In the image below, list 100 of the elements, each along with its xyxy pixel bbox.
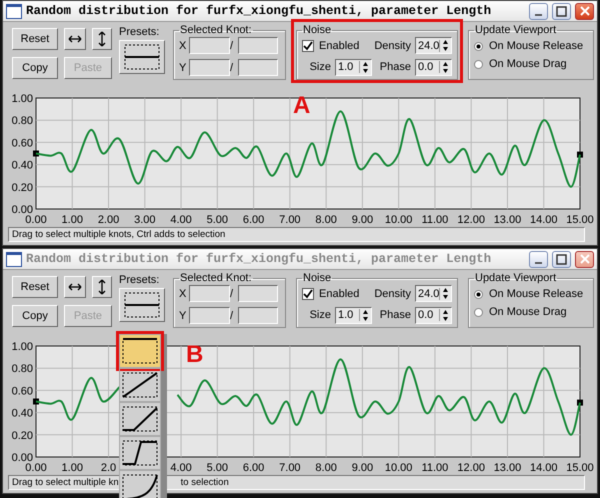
spinner-field[interactable]: 0.0 bbox=[415, 58, 452, 76]
copy-button[interactable]: Copy bbox=[12, 305, 58, 327]
field-label: Size bbox=[310, 309, 331, 322]
spinner-field[interactable]: 24.0 bbox=[415, 37, 452, 54]
spinner-field[interactable]: 24.0 bbox=[415, 285, 452, 302]
maximize-icon bbox=[556, 6, 567, 16]
axis-tick-label: 10.00 bbox=[384, 462, 412, 474]
input-field[interactable] bbox=[189, 307, 230, 324]
spinner-field[interactable]: 0.0 bbox=[415, 306, 452, 324]
axis-tick-label: 15.00 bbox=[566, 462, 594, 474]
input-field[interactable] bbox=[238, 59, 278, 76]
input-field[interactable] bbox=[238, 307, 278, 324]
input-field[interactable] bbox=[238, 285, 278, 302]
preset-menu-item[interactable] bbox=[119, 402, 161, 436]
preset-curve-icon bbox=[124, 44, 160, 70]
axis-tick-label: 0.40 bbox=[12, 408, 33, 420]
radio-button[interactable] bbox=[474, 42, 483, 50]
presets-button[interactable] bbox=[119, 288, 165, 322]
axis-tick-label: 0.20 bbox=[12, 182, 33, 194]
spinner-arrows-icon[interactable] bbox=[442, 39, 449, 52]
axis-tick-label: 2.0 bbox=[100, 462, 116, 474]
annotation-label: A bbox=[293, 92, 310, 120]
checkbox-label: Enabled bbox=[319, 40, 360, 52]
preset-curve-icon bbox=[122, 338, 158, 364]
close-button[interactable] bbox=[575, 2, 594, 20]
radio-button[interactable] bbox=[474, 60, 483, 68]
spinner-arrows-icon[interactable] bbox=[442, 308, 449, 322]
window-icon bbox=[6, 4, 22, 18]
axis-tick-label: 0.00 bbox=[12, 204, 33, 216]
radio-button[interactable] bbox=[474, 308, 483, 316]
presets-button[interactable] bbox=[119, 40, 165, 74]
axis-tick-label: 7.00 bbox=[279, 462, 301, 474]
preset-curve-icon bbox=[124, 292, 160, 318]
field-label: Size bbox=[310, 61, 331, 74]
vertical-arrows-icon bbox=[98, 279, 106, 295]
maximize-button[interactable] bbox=[552, 250, 571, 268]
spinner-field[interactable]: 1.0 bbox=[335, 306, 372, 324]
status-text: Drag to select multiple kn bbox=[12, 477, 119, 488]
minimize-button[interactable] bbox=[529, 250, 548, 268]
presets-label: Presets: bbox=[119, 26, 160, 38]
graph-area[interactable] bbox=[36, 98, 580, 210]
axis-tick-label: 11.00 bbox=[422, 214, 448, 226]
minimize-button[interactable] bbox=[529, 2, 548, 20]
radio-label: On Mouse Release bbox=[489, 288, 584, 300]
input-field[interactable] bbox=[189, 285, 230, 302]
copy-button[interactable]: Copy bbox=[12, 57, 58, 79]
group-title: Noise bbox=[302, 24, 332, 36]
axis-tick-label: 1.00 bbox=[62, 214, 83, 226]
horizontal-arrows-button[interactable] bbox=[64, 276, 86, 298]
window-title: Random distribution for furfx_xiongfu_shenti, parameter Length bbox=[26, 4, 492, 18]
checkbox[interactable] bbox=[302, 40, 314, 52]
input-field[interactable] bbox=[238, 37, 278, 54]
axis-label: X bbox=[179, 40, 188, 52]
checkbox-label: Enabled bbox=[319, 288, 360, 300]
field-label: Density bbox=[374, 40, 411, 52]
group-title: Update Viewport bbox=[474, 272, 558, 284]
axis-tick-label: 10.00 bbox=[384, 214, 412, 226]
maximize-icon bbox=[556, 254, 567, 264]
preset-curve-icon bbox=[122, 372, 158, 398]
vertical-arrows-button[interactable] bbox=[92, 28, 112, 50]
checkbox[interactable] bbox=[302, 288, 314, 300]
axis-tick-label: 0.40 bbox=[12, 160, 33, 172]
reset-button[interactable]: Reset bbox=[12, 276, 58, 298]
radio-label: On Mouse Drag bbox=[489, 58, 567, 70]
spinner-field[interactable]: 1.0 bbox=[335, 58, 372, 76]
spinner-arrows-icon[interactable] bbox=[442, 287, 449, 300]
spinner-arrows-icon[interactable] bbox=[362, 60, 369, 74]
preset-curve-icon bbox=[122, 474, 158, 498]
preset-menu-item[interactable] bbox=[119, 436, 161, 470]
axis-tick-label: 9.00 bbox=[352, 462, 374, 474]
axis-tick-label: 0.80 bbox=[12, 115, 33, 128]
axis-tick-label: 5.00 bbox=[206, 214, 228, 226]
group-title: Noise bbox=[302, 272, 332, 284]
axis-tick-label: 14.00 bbox=[530, 462, 558, 474]
axis-tick-label: 9.00 bbox=[352, 214, 374, 226]
axis-tick-label: 6.00 bbox=[242, 462, 264, 474]
radio-label: On Mouse Drag bbox=[489, 306, 567, 318]
spinner-arrows-icon[interactable] bbox=[442, 60, 449, 74]
radio-button[interactable] bbox=[474, 290, 483, 298]
separator-label: / bbox=[230, 310, 234, 322]
close-button[interactable] bbox=[575, 250, 594, 268]
vertical-arrows-button[interactable] bbox=[92, 276, 112, 298]
preset-menu-item[interactable] bbox=[119, 368, 161, 402]
vertical-arrows-icon bbox=[98, 31, 106, 47]
input-field[interactable] bbox=[189, 37, 230, 54]
field-label: Density bbox=[374, 288, 411, 300]
field-label: Phase bbox=[380, 309, 411, 322]
horizontal-arrows-button[interactable] bbox=[64, 28, 86, 50]
minimize-icon bbox=[535, 262, 542, 264]
reset-button[interactable]: Reset bbox=[12, 28, 58, 50]
maximize-button[interactable] bbox=[552, 2, 571, 20]
axis-tick-label: 2.00 bbox=[98, 214, 120, 226]
spinner-arrows-icon[interactable] bbox=[362, 308, 369, 322]
axis-tick-label: 1.00 bbox=[62, 462, 83, 474]
status-text: Drag to select multiple knots, Ctrl adds to selection bbox=[12, 229, 226, 240]
preset-menu-item[interactable] bbox=[119, 470, 161, 498]
axis-tick-label: 4.00 bbox=[170, 214, 192, 226]
input-field[interactable] bbox=[189, 59, 230, 76]
axis-tick-label: 0.60 bbox=[12, 137, 33, 150]
axis-tick-label: 8.00 bbox=[315, 462, 337, 474]
